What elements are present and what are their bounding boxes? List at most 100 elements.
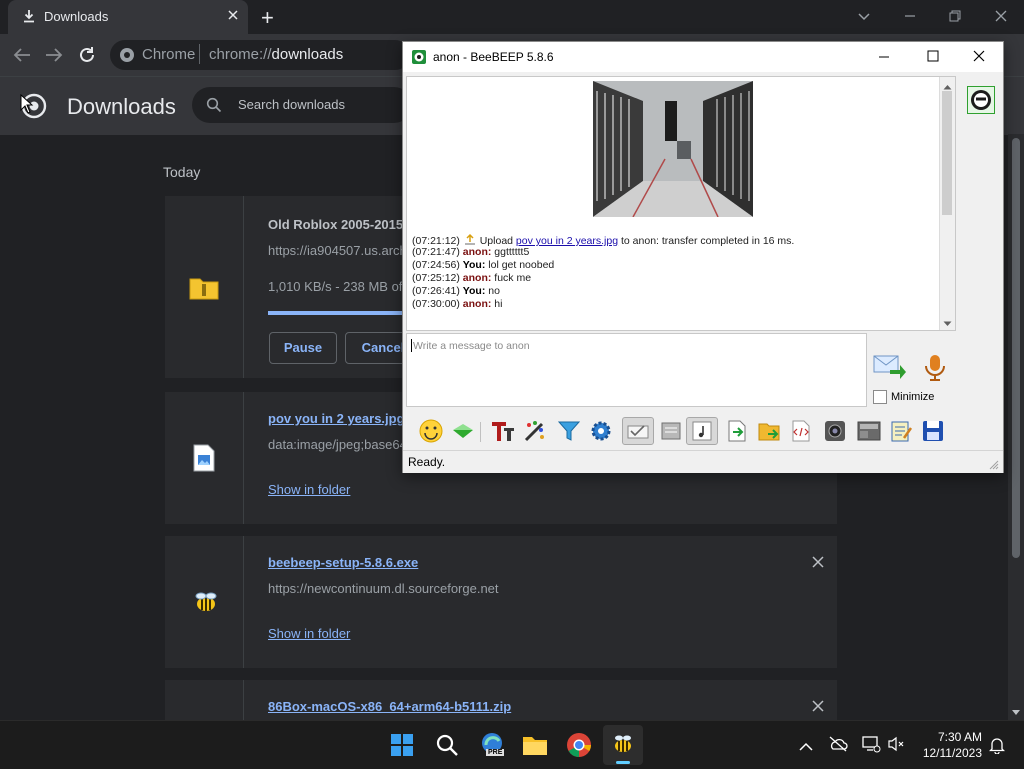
beebeep-body: (07:21:12) Upload pov you in 2 years.jpg… [403,72,1003,450]
html-icon[interactable] [788,418,814,444]
search-box[interactable]: Search downloads [192,87,412,123]
screenshot-icon[interactable] [856,418,882,444]
omnibox-url: chrome://downloads [209,46,343,63]
tab-search-icon[interactable] [856,8,872,24]
url-prefix: chrome:// [209,46,272,63]
download-name-link[interactable]: 86Box-macOS-x86_64+arm64-b5111.zip [268,699,511,714]
nudge-icon[interactable] [450,418,476,444]
windows-start-icon[interactable] [390,733,414,757]
minimize-icon[interactable] [902,8,918,24]
color-picker-icon[interactable] [522,418,548,444]
download-item: beebeep-setup-5.8.6.exe https://newconti… [165,536,837,668]
beebeep-titlebar[interactable]: anon - BeeBEEP 5.8.6 [403,42,1003,72]
volume-muted-icon[interactable] [886,735,906,753]
save-chat-icon[interactable] [724,418,750,444]
send-icon[interactable] [872,352,906,380]
new-tab-button[interactable]: + [261,5,274,31]
user-avatar[interactable] [967,86,995,114]
send-file-icon[interactable] [756,418,782,444]
omnibox[interactable]: Chrome chrome://downloads [110,40,410,70]
file-explorer-icon[interactable] [522,733,548,757]
pause-button[interactable]: Pause [269,332,337,364]
chrome-taskbar-icon[interactable] [566,732,592,758]
emoticon-icon[interactable] [418,418,444,444]
zip-file-icon [189,276,219,300]
dictionary-icon[interactable] [658,418,684,444]
remove-item-icon[interactable] [811,555,825,569]
restore-icon[interactable] [947,8,963,24]
chrome-icon [119,47,135,63]
save-icon[interactable] [920,418,946,444]
scrollbar-thumb[interactable] [1012,138,1020,558]
chat-history[interactable]: (07:21:12) Upload pov you in 2 years.jpg… [406,76,956,331]
message-sender: anon: [462,246,492,258]
scroll-up-icon[interactable] [943,81,952,90]
resize-grip-icon[interactable] [989,459,999,470]
clock-time[interactable]: 7:30 AM [920,730,982,744]
sound-icon[interactable] [686,417,718,445]
bee-minimize-icon[interactable] [877,50,891,64]
message-sender: You: [462,259,486,271]
message-sender: anon: [462,298,492,310]
download-name-link[interactable]: pov you in 2 years.jpg [268,411,405,426]
mouse-cursor-icon [20,93,34,114]
message-time: (07:26:41) [412,285,460,297]
scroll-down-icon[interactable] [1011,704,1021,715]
settings-icon[interactable] [588,418,614,444]
toolbar-divider [480,422,481,442]
bee-maximize-icon[interactable] [926,49,940,63]
chat-message: (07:21:12) Upload pov you in 2 years.jpg… [412,233,794,247]
message-sender: You: [462,285,486,297]
filter-icon[interactable] [556,418,582,444]
message-input[interactable]: Write a message to anon [406,333,867,407]
message-text: no [485,285,500,297]
chat-scrollbar[interactable] [939,77,955,330]
file-link[interactable]: pov you in 2 years.jpg [516,235,618,247]
close-window-icon[interactable] [993,8,1009,24]
message-time: (07:30:00) [412,298,460,310]
tab-downloads[interactable]: Downloads [8,0,248,34]
status-bar: Ready. [403,450,1003,473]
item-divider [243,196,244,378]
minimize-checkbox[interactable] [873,390,887,404]
page-title: Downloads [67,94,176,119]
download-url: data:image/jpeg;base64 [268,437,407,452]
download-progress-text: 1,010 KB/s - 238 MB of [268,279,403,294]
onedrive-icon[interactable] [828,735,848,753]
show-in-folder-link[interactable]: Show in folder [268,626,350,641]
shared-image[interactable] [593,81,753,217]
webcam-icon[interactable] [822,418,848,444]
chat-scroll-thumb[interactable] [942,91,952,215]
reload-icon[interactable] [77,45,97,65]
font-icon[interactable] [490,418,516,444]
page-scrollbar[interactable] [1008,134,1024,720]
tab-title: Downloads [44,9,109,24]
notification-bell-icon[interactable] [988,736,1006,755]
chat-message: (07:21:47) anon: ggtttttt5 [412,246,529,258]
back-icon[interactable] [12,46,32,64]
beebeep-title: anon - BeeBEEP 5.8.6 [433,50,554,64]
taskbar-search-icon[interactable] [435,733,459,757]
close-tab-icon[interactable] [226,8,240,22]
forward-icon[interactable] [44,46,64,64]
clock-date[interactable]: 12/11/2023 [914,746,982,760]
show-in-folder-link[interactable]: Show in folder [268,482,350,497]
scroll-down-icon[interactable] [943,318,952,326]
spellcheck-icon[interactable] [622,417,654,445]
microphone-icon[interactable] [923,354,947,382]
download-url: https://ia904507.us.arch [268,243,407,258]
active-indicator [616,761,630,764]
minimize-label: Minimize [891,391,935,403]
message-text: lol get noobed [485,259,555,271]
notes-icon[interactable] [888,418,914,444]
download-name-link[interactable]: beebeep-setup-5.8.6.exe [268,555,418,570]
search-input[interactable]: Search downloads [238,97,345,112]
bee-close-icon[interactable] [972,49,986,63]
network-icon[interactable] [861,735,881,753]
show-hidden-icons-icon[interactable] [799,739,813,751]
beebeep-taskbar-button[interactable] [603,725,643,765]
search-icon [206,97,222,113]
remove-item-icon[interactable] [811,699,825,713]
user-panel [961,72,1001,450]
omnibox-divider [199,44,200,64]
